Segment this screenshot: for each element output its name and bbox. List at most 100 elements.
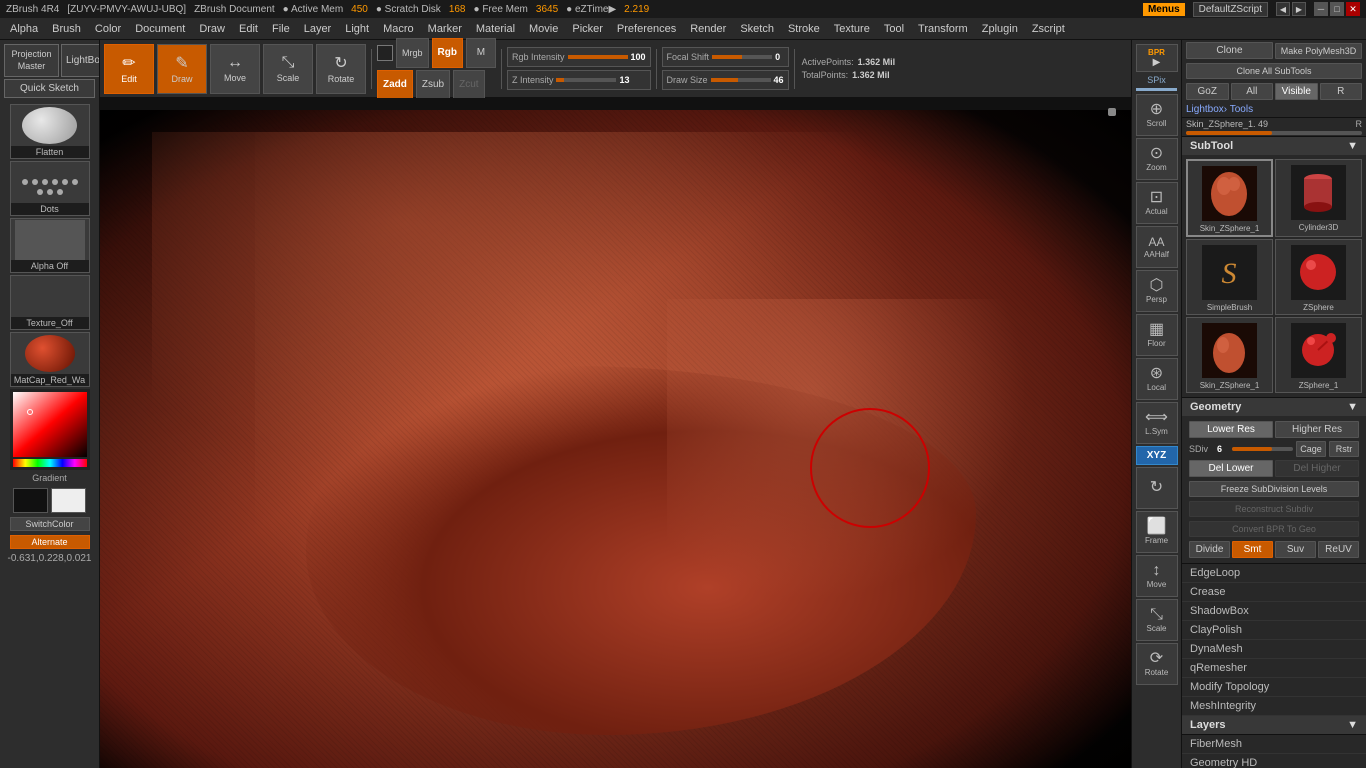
- convert-bpr-button[interactable]: Convert BPR To Geo: [1189, 521, 1359, 537]
- menu-picker[interactable]: Picker: [566, 21, 609, 37]
- bg-color-swatch[interactable]: [51, 488, 86, 513]
- nav-btn-2[interactable]: ▶: [1292, 2, 1306, 16]
- menu-layer[interactable]: Layer: [298, 21, 338, 37]
- fibermesh-item[interactable]: FiberMesh: [1182, 735, 1366, 754]
- scroll-button[interactable]: ⊕ Scroll: [1136, 94, 1178, 136]
- subtool-header[interactable]: SubTool ▼: [1182, 137, 1366, 155]
- win-close[interactable]: ✕: [1346, 2, 1360, 16]
- qremesher-item[interactable]: qRemesher: [1182, 659, 1366, 678]
- crease-item[interactable]: Crease: [1182, 583, 1366, 602]
- menu-color[interactable]: Color: [89, 21, 127, 37]
- dots-brush-preview[interactable]: Dots: [10, 161, 90, 216]
- flatten-brush-preview[interactable]: Flatten: [10, 104, 90, 159]
- divide-button[interactable]: Divide: [1189, 541, 1230, 558]
- z-intensity-control[interactable]: Z Intensity 13: [507, 70, 651, 90]
- menu-zplugin[interactable]: Zplugin: [976, 21, 1024, 37]
- alpha-preview[interactable]: Alpha Off: [10, 218, 90, 273]
- win-min[interactable]: ─: [1314, 2, 1328, 16]
- freeze-subdiv-button[interactable]: Freeze SubDivision Levels: [1189, 481, 1359, 497]
- menu-movie[interactable]: Movie: [523, 21, 564, 37]
- move-button[interactable]: ↔ Move: [210, 44, 260, 94]
- modify-topology-item[interactable]: Modify Topology: [1182, 678, 1366, 697]
- sdiv-slider[interactable]: [1232, 447, 1293, 451]
- suv-button[interactable]: Suv: [1275, 541, 1316, 558]
- r-button[interactable]: R: [1320, 83, 1363, 100]
- canvas-area[interactable]: [100, 98, 1131, 768]
- default-zscript-button[interactable]: DefaultZScript: [1193, 2, 1268, 17]
- del-higher-button[interactable]: Del Higher: [1275, 460, 1359, 477]
- menu-macro[interactable]: Macro: [377, 21, 420, 37]
- reuv-button[interactable]: ReUV: [1318, 541, 1359, 558]
- claypolish-item[interactable]: ClayPolish: [1182, 621, 1366, 640]
- actual-button[interactable]: ⊡ Actual: [1136, 182, 1178, 224]
- all-button[interactable]: All: [1231, 83, 1274, 100]
- fg-color-swatch[interactable]: [13, 488, 48, 513]
- m-button[interactable]: M: [466, 38, 496, 68]
- win-max[interactable]: □: [1330, 2, 1344, 16]
- menu-sketch[interactable]: Sketch: [734, 21, 780, 37]
- smt-button[interactable]: Smt: [1232, 541, 1273, 558]
- matcap-preview[interactable]: MatCap_Red_Wa: [10, 332, 90, 387]
- rgb-intensity-track[interactable]: [568, 55, 628, 59]
- edgeloop-item[interactable]: EdgeLoop: [1182, 564, 1366, 583]
- zcut-button[interactable]: Zcut: [453, 70, 484, 100]
- cage-button[interactable]: Cage: [1296, 441, 1326, 457]
- clone-all-button[interactable]: Clone All SubTools: [1186, 63, 1362, 79]
- hue-bar[interactable]: [13, 459, 87, 467]
- nav-btn-1[interactable]: ◀: [1276, 2, 1290, 16]
- alternate-button[interactable]: Alternate: [10, 535, 90, 549]
- menu-transform[interactable]: Transform: [912, 21, 974, 37]
- color-picker[interactable]: [10, 389, 90, 470]
- xyz-button[interactable]: XYZ: [1136, 446, 1178, 465]
- draw-size-control[interactable]: Draw Size 46: [662, 70, 789, 90]
- reconstruct-subdiv-button[interactable]: Reconstruct Subdiv: [1189, 501, 1359, 517]
- move-tool-btn[interactable]: ↕ Move: [1136, 555, 1178, 597]
- frame-button[interactable]: ⬜ Frame: [1136, 511, 1178, 553]
- draw-size-track[interactable]: [711, 78, 771, 82]
- mrgb-button[interactable]: Mrgb: [396, 38, 429, 68]
- rgb-button[interactable]: Rgb: [432, 38, 463, 68]
- fg-mini-swatch[interactable]: [377, 45, 393, 61]
- menu-tool[interactable]: Tool: [878, 21, 910, 37]
- texture-preview[interactable]: Texture_Off: [10, 275, 90, 330]
- clone-button[interactable]: Clone: [1186, 42, 1273, 59]
- menu-preferences[interactable]: Preferences: [611, 21, 682, 37]
- goz-button[interactable]: GoZ: [1186, 83, 1229, 100]
- geometry-header[interactable]: Geometry ▼: [1182, 398, 1366, 416]
- zoom-button[interactable]: ⊙ Zoom: [1136, 138, 1178, 180]
- menu-alpha[interactable]: Alpha: [4, 21, 44, 37]
- subtool-skin2[interactable]: Skin_ZSphere_1: [1186, 317, 1273, 393]
- z-intensity-track[interactable]: [556, 78, 616, 82]
- menu-marker[interactable]: Marker: [422, 21, 468, 37]
- menu-edit[interactable]: Edit: [233, 21, 264, 37]
- menu-zscript[interactable]: Zscript: [1026, 21, 1071, 37]
- quick-sketch-button[interactable]: Quick Sketch: [4, 79, 95, 98]
- bpr-button[interactable]: BPR ▶: [1136, 44, 1178, 72]
- geometry-hd-item[interactable]: Geometry HD: [1182, 754, 1366, 768]
- rotate3-tool-btn[interactable]: ⟳ Rotate: [1136, 643, 1178, 685]
- menu-material[interactable]: Material: [470, 21, 521, 37]
- subtool-cylinder[interactable]: Cylinder3D: [1275, 159, 1362, 237]
- layers-header[interactable]: Layers ▼: [1182, 716, 1366, 734]
- color-gradient[interactable]: [13, 392, 87, 457]
- shadowbox-item[interactable]: ShadowBox: [1182, 602, 1366, 621]
- lsym-button[interactable]: ⟺ L.Sym: [1136, 402, 1178, 444]
- menu-file[interactable]: File: [266, 21, 296, 37]
- menu-draw[interactable]: Draw: [193, 21, 231, 37]
- rotate-tool-btn[interactable]: ↻: [1136, 467, 1178, 509]
- del-lower-button[interactable]: Del Lower: [1189, 460, 1273, 477]
- make-polymesh-button[interactable]: Make PolyMesh3D: [1275, 43, 1362, 59]
- dynamesh-item[interactable]: DynaMesh: [1182, 640, 1366, 659]
- meshintegrity-item[interactable]: MeshIntegrity: [1182, 697, 1366, 716]
- draw-button[interactable]: ✎ Draw: [157, 44, 207, 94]
- switch-color-button[interactable]: SwitchColor: [10, 517, 90, 531]
- subtool-zsphere[interactable]: ZSphere: [1275, 239, 1362, 315]
- lightbox-tools-label[interactable]: Lightbox› Tools: [1186, 104, 1253, 115]
- subtool-skin1[interactable]: Skin_ZSphere_1: [1186, 159, 1273, 237]
- visible-button[interactable]: Visible: [1275, 83, 1318, 100]
- higher-res-button[interactable]: Higher Res: [1275, 421, 1359, 438]
- menus-button[interactable]: Menus: [1143, 3, 1185, 16]
- persp-button[interactable]: ⬡ Persp: [1136, 270, 1178, 312]
- aahalf-button[interactable]: AA AAHalf: [1136, 226, 1178, 268]
- rotate-button[interactable]: ↻ Rotate: [316, 44, 366, 94]
